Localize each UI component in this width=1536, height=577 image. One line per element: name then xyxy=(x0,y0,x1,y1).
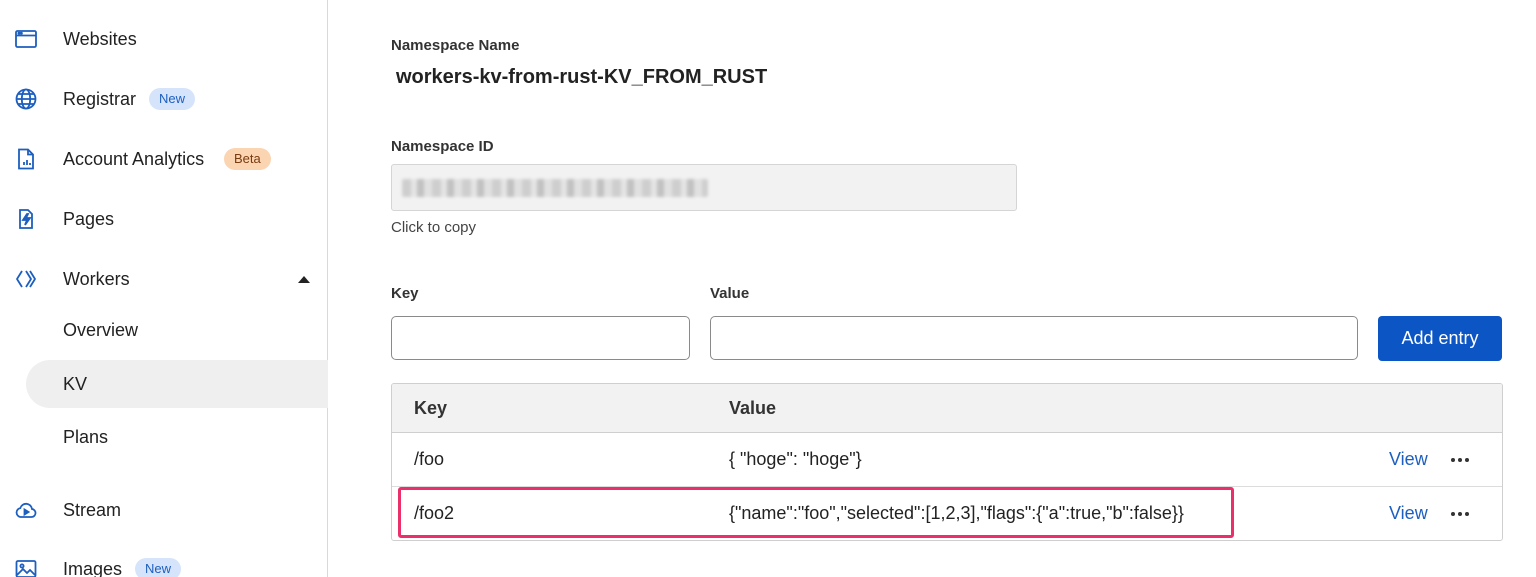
highlight-annotation xyxy=(398,487,1234,538)
value-input[interactable] xyxy=(710,316,1358,360)
sidebar-item-label: Pages xyxy=(63,209,115,229)
sidebar-subitem-plans[interactable]: Plans xyxy=(26,413,328,461)
workers-icon xyxy=(14,267,38,291)
sidebar-item-pages[interactable]: Pages xyxy=(0,197,327,241)
image-icon xyxy=(14,557,38,577)
key-label: Key xyxy=(391,285,419,302)
view-link[interactable]: View xyxy=(1389,503,1428,524)
redacted-namespace-id xyxy=(402,179,708,197)
row-key: /foo xyxy=(414,449,445,469)
analytics-document-icon xyxy=(14,147,38,171)
sidebar-item-images[interactable]: Images New xyxy=(0,547,327,577)
sidebar-subitem-label: KV xyxy=(63,374,88,394)
sidebar-item-account-analytics[interactable]: Account Analytics Beta xyxy=(0,137,327,181)
namespace-id-label: Namespace ID xyxy=(391,138,494,155)
add-entry-button[interactable]: Add entry xyxy=(1378,316,1502,361)
sidebar-item-websites[interactable]: Websites xyxy=(0,17,327,61)
beta-badge: Beta xyxy=(224,148,271,170)
sidebar: Websites Registrar New Account Analytics… xyxy=(0,0,328,577)
sidebar-item-label: Registrar xyxy=(63,89,137,109)
more-options-icon[interactable] xyxy=(1449,449,1473,469)
column-header-key: Key xyxy=(414,398,448,418)
value-label: Value xyxy=(710,285,750,302)
new-badge: New xyxy=(149,88,196,110)
row-value: { "hoge": "hoge"} xyxy=(729,449,862,469)
namespace-id-field[interactable] xyxy=(391,164,1017,211)
view-link[interactable]: View xyxy=(1389,449,1428,470)
table-header: Key Value xyxy=(392,384,1502,433)
sidebar-item-registrar[interactable]: Registrar New xyxy=(0,77,327,121)
sidebar-subitem-label: Plans xyxy=(63,427,109,447)
browser-window-icon xyxy=(14,27,38,51)
new-badge: New xyxy=(135,558,182,577)
sidebar-item-label: Stream xyxy=(63,500,122,520)
sidebar-item-label: Websites xyxy=(63,29,137,49)
sidebar-item-label: Workers xyxy=(63,269,130,289)
sidebar-subitem-overview[interactable]: Overview xyxy=(26,306,328,354)
sidebar-subitem-kv[interactable]: KV xyxy=(26,360,328,408)
more-options-icon[interactable] xyxy=(1449,503,1473,523)
column-header-value: Value xyxy=(729,398,777,418)
namespace-name: workers-kv-from-rust-KV_FROM_RUST xyxy=(396,66,768,88)
namespace-name-label: Namespace Name xyxy=(391,37,520,54)
pages-bolt-icon xyxy=(14,207,38,231)
sidebar-item-stream[interactable]: Stream xyxy=(0,488,327,532)
sidebar-item-label: Account Analytics xyxy=(63,149,205,169)
globe-icon xyxy=(14,87,38,111)
sidebar-subitem-label: Overview xyxy=(63,320,139,340)
copy-hint: Click to copy xyxy=(391,219,477,236)
cloud-play-icon xyxy=(14,498,38,522)
sidebar-item-workers[interactable]: Workers xyxy=(0,257,327,301)
chevron-up-icon[interactable] xyxy=(298,276,310,283)
table-row: /foo { "hoge": "hoge"} View xyxy=(392,434,1502,487)
key-input[interactable] xyxy=(391,316,690,360)
sidebar-item-label: Images xyxy=(63,559,123,577)
